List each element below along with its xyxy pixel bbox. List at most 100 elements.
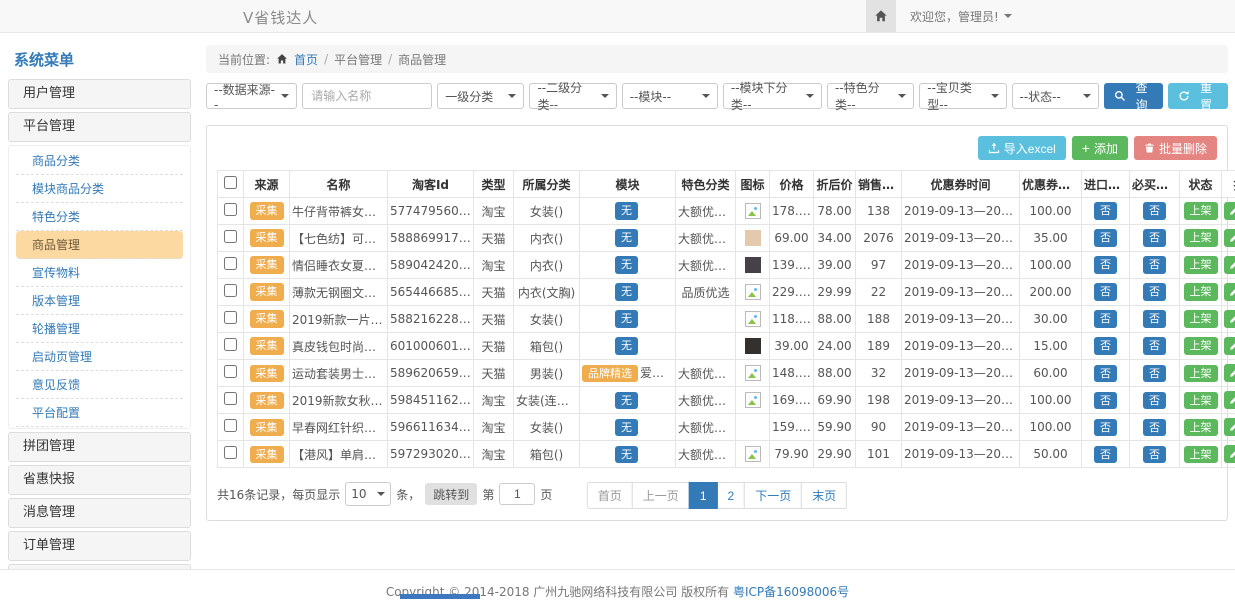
sidebar-submenu-item[interactable]: 特色分类 [16, 203, 183, 231]
sidebar-submenu-item[interactable]: 宣传物料 [16, 259, 183, 287]
filter-select[interactable]: --宝贝类型-- [919, 83, 1006, 109]
edit-button[interactable] [1224, 445, 1235, 463]
status-badge[interactable]: 上架 [1184, 283, 1218, 300]
status-badge[interactable]: 上架 [1184, 229, 1218, 246]
row-checkbox[interactable] [224, 392, 237, 405]
product-category: 箱包() [514, 441, 580, 468]
row-checkbox[interactable] [224, 257, 237, 270]
page-button[interactable]: 上一页 [632, 482, 690, 509]
welcome-text: 欢迎您，管理员! [910, 8, 999, 25]
filter-select[interactable]: 一级分类 [437, 83, 524, 109]
row-checkbox[interactable] [224, 284, 237, 297]
filter-select[interactable]: --状态-- [1012, 83, 1099, 109]
must-buy-badge[interactable]: 否 [1143, 419, 1166, 436]
edit-button[interactable] [1224, 202, 1235, 220]
page-button[interactable]: 下一页 [744, 482, 802, 509]
row-checkbox[interactable] [224, 419, 237, 432]
status-badge[interactable]: 上架 [1184, 256, 1218, 273]
icp-link[interactable]: 粤ICP备16098006号 [733, 585, 849, 599]
sidebar-submenu-item[interactable]: 模块商品分类 [16, 175, 183, 203]
page-button[interactable]: 1 [689, 482, 718, 509]
imported-badge[interactable]: 否 [1094, 229, 1117, 246]
reset-button[interactable]: 重置 [1168, 83, 1228, 109]
sidebar-submenu-item[interactable]: 版本管理 [16, 287, 183, 315]
taoke-id: 588869917501 [388, 225, 474, 252]
filter-select[interactable]: --二级分类-- [529, 83, 616, 109]
status-badge[interactable]: 上架 [1184, 419, 1218, 436]
sidebar-submenu-item[interactable]: 商品管理 [16, 231, 183, 259]
batch-delete-button[interactable]: 批量删除 [1134, 136, 1217, 160]
import-excel-button[interactable]: 导入excel [978, 136, 1066, 160]
page-button[interactable]: 首页 [587, 482, 633, 509]
sidebar-submenu-item[interactable]: 商品分类 [16, 147, 183, 175]
sidebar-group[interactable]: 平台管理 [8, 112, 191, 142]
row-checkbox[interactable] [224, 311, 237, 324]
sidebar-group[interactable]: 省惠快报 [8, 465, 191, 495]
row-checkbox[interactable] [224, 446, 237, 459]
must-buy-badge[interactable]: 否 [1143, 365, 1166, 382]
sidebar-submenu-item[interactable]: 意见反馈 [16, 371, 183, 399]
sidebar-submenu-item[interactable]: 平台配置 [16, 399, 183, 427]
filter-select[interactable]: --特色分类-- [827, 83, 914, 109]
select-all-checkbox[interactable] [224, 176, 237, 189]
user-menu[interactable]: 欢迎您，管理员! [910, 8, 1012, 25]
page-button[interactable]: 2 [717, 482, 746, 509]
imported-badge[interactable]: 否 [1094, 337, 1117, 354]
edit-button[interactable] [1224, 418, 1235, 436]
must-buy-badge[interactable]: 否 [1143, 202, 1166, 219]
data-source-select[interactable]: --数据来源-- [206, 83, 297, 109]
sidebar-group[interactable]: 消息管理 [8, 498, 191, 528]
row-checkbox[interactable] [224, 338, 237, 351]
status-badge[interactable]: 上架 [1184, 202, 1218, 219]
page-button[interactable]: 末页 [801, 482, 847, 509]
status-badge[interactable]: 上架 [1184, 310, 1218, 327]
must-buy-badge[interactable]: 否 [1143, 392, 1166, 409]
filter-select[interactable]: --模块下分类-- [723, 83, 822, 109]
imported-badge[interactable]: 否 [1094, 310, 1117, 327]
edit-button[interactable] [1224, 310, 1235, 328]
status-badge[interactable]: 上架 [1184, 337, 1218, 354]
search-button[interactable]: 查询 [1104, 83, 1164, 109]
edit-button[interactable] [1224, 364, 1235, 382]
must-buy-badge[interactable]: 否 [1143, 229, 1166, 246]
name-search-input[interactable] [302, 83, 432, 109]
must-buy-badge[interactable]: 否 [1143, 283, 1166, 300]
jump-page-input[interactable] [499, 483, 535, 505]
imported-badge[interactable]: 否 [1094, 365, 1117, 382]
imported-badge[interactable]: 否 [1094, 392, 1117, 409]
edit-button[interactable] [1224, 283, 1235, 301]
home-button[interactable] [866, 0, 896, 32]
imported-cell: 否 [1082, 306, 1130, 333]
imported-badge[interactable]: 否 [1094, 202, 1117, 219]
must-buy-badge[interactable]: 否 [1143, 446, 1166, 463]
edit-button[interactable] [1224, 229, 1235, 247]
status-badge[interactable]: 上架 [1184, 365, 1218, 382]
imported-badge[interactable]: 否 [1094, 283, 1117, 300]
breadcrumb-home-link[interactable]: 首页 [294, 51, 318, 68]
imported-badge[interactable]: 否 [1094, 419, 1117, 436]
edit-button[interactable] [1224, 391, 1235, 409]
edit-button[interactable] [1224, 256, 1235, 274]
add-button[interactable]: + 添加 [1072, 136, 1128, 160]
status-badge[interactable]: 上架 [1184, 392, 1218, 409]
row-checkbox[interactable] [224, 203, 237, 216]
must-buy-badge[interactable]: 否 [1143, 256, 1166, 273]
jump-button[interactable]: 跳转到 [425, 483, 477, 505]
imported-badge[interactable]: 否 [1094, 446, 1117, 463]
page-size-select[interactable]: 10 [345, 482, 391, 506]
sidebar-submenu-item[interactable]: 轮播管理 [16, 315, 183, 343]
home-icon [276, 53, 288, 65]
imported-badge[interactable]: 否 [1094, 256, 1117, 273]
filter-select[interactable]: --模块-- [622, 83, 718, 109]
must-buy-badge[interactable]: 否 [1143, 337, 1166, 354]
sidebar-group[interactable]: 用户管理 [8, 79, 191, 109]
sidebar-group[interactable]: 订单管理 [8, 531, 191, 561]
row-checkbox[interactable] [224, 365, 237, 378]
edit-button[interactable] [1224, 337, 1235, 355]
sidebar-group[interactable]: 拼团管理 [8, 432, 191, 462]
row-checkbox[interactable] [224, 230, 237, 243]
must-buy-badge[interactable]: 否 [1143, 310, 1166, 327]
status-badge[interactable]: 上架 [1184, 446, 1218, 463]
sidebar-submenu-item[interactable]: 启动页管理 [16, 343, 183, 371]
sidebar-group[interactable]: 兑换管理 [8, 564, 191, 569]
